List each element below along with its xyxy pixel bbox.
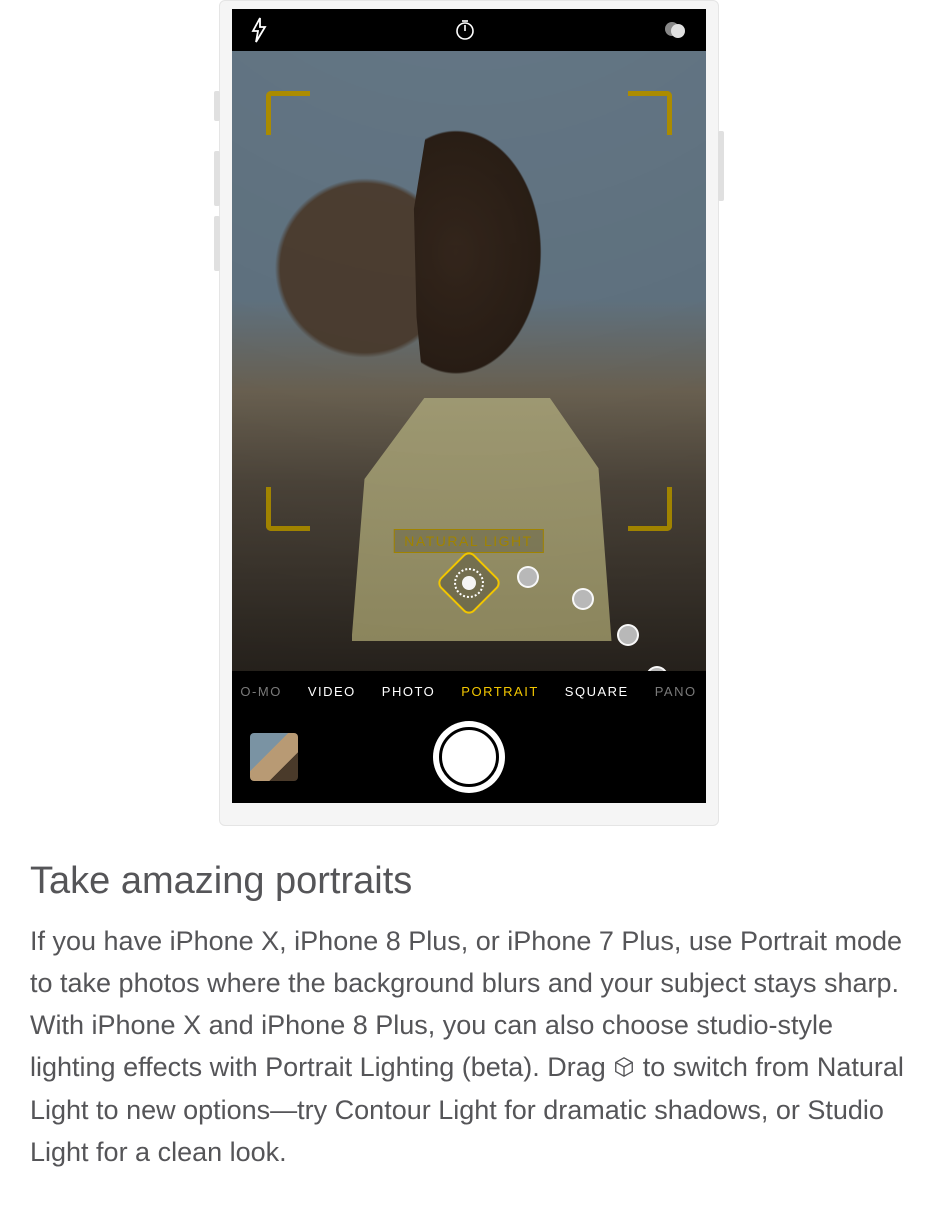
volume-down-button xyxy=(214,216,220,271)
timer-icon[interactable] xyxy=(453,18,477,42)
lighting-option-dot[interactable] xyxy=(572,588,594,610)
mode-portrait[interactable]: PORTRAIT xyxy=(461,684,539,699)
camera-bottom-bar xyxy=(232,711,706,803)
mode-photo[interactable]: PHOTO xyxy=(382,684,436,699)
shutter-button[interactable] xyxy=(433,721,505,793)
camera-screen: NATURAL LIGHT xyxy=(232,9,706,803)
lighting-options xyxy=(232,556,706,671)
mode-slomo[interactable]: O-MO xyxy=(240,684,281,699)
lighting-label-text: NATURAL LIGHT xyxy=(404,533,532,549)
focus-frame xyxy=(266,91,672,531)
mode-pano[interactable]: PANO xyxy=(655,684,697,699)
lighting-label: NATURAL LIGHT xyxy=(393,529,543,553)
mute-switch xyxy=(214,91,220,121)
lighting-option-dot[interactable] xyxy=(617,624,639,646)
side-button xyxy=(718,131,724,201)
focus-corner-icon xyxy=(266,487,310,531)
lighting-option-dot[interactable] xyxy=(646,666,668,671)
section-heading: Take amazing portraits xyxy=(30,860,907,903)
mode-square[interactable]: SQUARE xyxy=(565,684,629,699)
flash-icon[interactable] xyxy=(250,17,268,43)
focus-corner-icon xyxy=(628,487,672,531)
filters-icon[interactable] xyxy=(662,17,688,43)
camera-top-bar xyxy=(232,9,706,51)
mode-video[interactable]: VIDEO xyxy=(308,684,356,699)
mode-strip[interactable]: O-MO VIDEO PHOTO PORTRAIT SQUARE PANO xyxy=(232,671,706,711)
viewfinder[interactable]: NATURAL LIGHT xyxy=(232,51,706,671)
lighting-option-dot[interactable] xyxy=(517,566,539,588)
last-photo-thumbnail[interactable] xyxy=(250,733,298,781)
volume-up-button xyxy=(214,151,220,206)
section-body: If you have iPhone X, iPhone 8 Plus, or … xyxy=(30,921,907,1174)
focus-corner-icon xyxy=(628,91,672,135)
cube-icon xyxy=(613,1049,635,1091)
focus-corner-icon xyxy=(266,91,310,135)
phone-frame: NATURAL LIGHT xyxy=(219,0,719,826)
shutter-inner-icon xyxy=(439,727,499,787)
